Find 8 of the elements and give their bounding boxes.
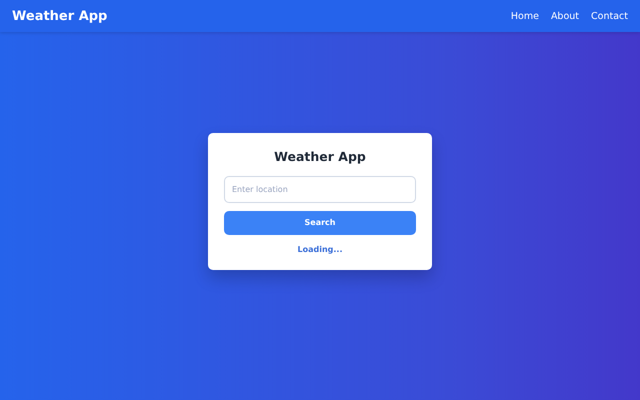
search-button[interactable]: Search bbox=[224, 210, 416, 234]
loading-text: Loading... bbox=[296, 244, 344, 254]
nav-link[interactable]: Contact bbox=[591, 10, 628, 22]
card-title: Weather App bbox=[273, 148, 367, 164]
nav-link[interactable]: Home bbox=[510, 10, 539, 22]
location-input[interactable]: Enter location bbox=[224, 176, 416, 202]
nav-link[interactable]: About bbox=[550, 10, 580, 22]
brand-title[interactable]: Weather App bbox=[12, 8, 108, 24]
